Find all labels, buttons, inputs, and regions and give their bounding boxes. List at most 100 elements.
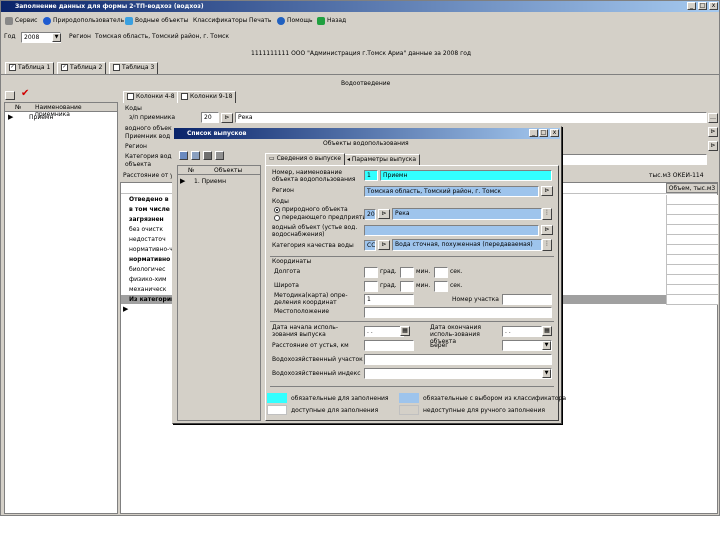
method-label: Методика(карта) опре-деления координат (274, 292, 348, 306)
region-label-2: Регион (125, 143, 147, 150)
table-row[interactable]: механическ (129, 285, 166, 294)
menu-back[interactable]: Назад (317, 16, 346, 26)
object-num-field[interactable]: 1 (364, 170, 378, 181)
table-row[interactable]: нормативно (129, 255, 170, 264)
quality-code-field[interactable]: СС (364, 240, 376, 251)
legend-required-classifier: обязательные с выбором из классификатора (423, 395, 567, 402)
tab-columns-9-18[interactable]: Колонки 9-18 (177, 91, 237, 103)
water-object-lookup-button[interactable]: ⊳ (541, 225, 553, 235)
list-col-obj: Объекты (214, 167, 243, 174)
side-button[interactable]: ⊳ (708, 141, 718, 151)
list-item[interactable]: ▶ 1. Приемн (178, 177, 260, 186)
longitude-deg-field[interactable] (364, 267, 378, 278)
save-icon[interactable] (203, 151, 212, 160)
table-row[interactable]: биологичес (129, 265, 165, 274)
receiver-code-field[interactable]: 20 (201, 112, 219, 123)
longitude-sec-field[interactable] (434, 267, 448, 278)
radio-icon (274, 206, 280, 213)
user-icon (43, 16, 51, 25)
table-row[interactable]: без очистк (129, 225, 163, 234)
table-row[interactable]: нормативно-ч (129, 245, 173, 254)
code-lookup-button[interactable]: ⊳ (378, 209, 390, 219)
start-date-field[interactable]: . . (364, 326, 404, 337)
list-col-num: № (188, 167, 195, 174)
dialog-close-button[interactable]: x (550, 129, 559, 137)
close-button[interactable]: x (709, 2, 718, 10)
table-row[interactable]: Из категорий (129, 295, 175, 304)
quality-scroll[interactable]: ⋮ (542, 239, 552, 251)
legend-required: обязательные для заполнения (291, 395, 389, 402)
calendar-icon[interactable]: ▦ (542, 326, 552, 336)
menu-help[interactable]: Помощь (277, 16, 313, 26)
deg-label: град. (380, 268, 397, 275)
quality-lookup-button[interactable]: ⊳ (378, 240, 390, 250)
latitude-deg-field[interactable] (364, 281, 378, 292)
menu-print[interactable]: Печать (249, 16, 271, 26)
object-name-field[interactable]: Приемн (380, 170, 552, 181)
lookup-button[interactable]: ⊳ (221, 113, 233, 123)
category-field[interactable] (561, 154, 707, 165)
tab-columns-4-8[interactable]: Колонки 4-8 (123, 91, 179, 103)
water-object-field[interactable] (364, 225, 539, 236)
distance-label: Расстояние от у (123, 172, 174, 179)
divider (270, 256, 554, 257)
location-field[interactable] (364, 307, 552, 318)
tab-release-info[interactable]: ▭ Сведения о выпуске (265, 153, 346, 165)
side-button[interactable]: … (708, 113, 718, 123)
calendar-icon[interactable]: ▦ (400, 326, 410, 336)
tab-table-3[interactable]: Таблица 3 (109, 62, 159, 74)
radio-enterprise[interactable]: передающего предприятия (274, 214, 370, 222)
latitude-min-field[interactable] (400, 281, 414, 292)
table-row[interactable]: Отведено в (129, 195, 169, 204)
year-label: Год (4, 33, 16, 40)
save-icon[interactable] (5, 91, 15, 100)
divider (270, 386, 554, 387)
menu-water-objects[interactable]: Водные объекты (125, 16, 188, 26)
tab-table-2[interactable]: ✓ Таблица 2 (57, 62, 107, 74)
region-lookup-button[interactable]: ⊳ (541, 186, 553, 196)
volume-cells[interactable] (666, 195, 718, 305)
menu-user[interactable]: Природопользователь (43, 16, 124, 26)
code-num-field[interactable]: 20 (364, 209, 376, 220)
radio-natural-object[interactable]: природного объекта (274, 206, 348, 214)
checkmark-icon[interactable]: ✔ (21, 89, 29, 99)
code-value-field[interactable]: Река (392, 208, 542, 220)
longitude-min-field[interactable] (400, 267, 414, 278)
chevron-down-icon[interactable]: ▼ (542, 341, 551, 350)
edit-icon[interactable] (191, 151, 200, 160)
print-icon[interactable] (215, 151, 224, 160)
table-row[interactable]: ▶ Приемн (5, 113, 117, 122)
codes-label: Коды (125, 105, 142, 112)
dialog-maximize-button[interactable]: □ (539, 129, 548, 137)
code-scroll[interactable]: ⋮ (542, 208, 552, 220)
basin-index-label: Водохозяйственный индекс (272, 370, 361, 377)
divider (1, 74, 719, 75)
start-date-label: Дата начала исполь-зования выпуска (272, 324, 339, 338)
basin-field[interactable] (364, 354, 552, 365)
chevron-down-icon[interactable]: ▼ (542, 369, 551, 378)
tab-table-1[interactable]: ✓ Таблица 1 (5, 62, 55, 74)
point-field[interactable] (502, 294, 552, 305)
quality-value-field[interactable]: Вода сточная, похуженная (передаваемая) (392, 239, 542, 251)
minimize-button[interactable]: _ (687, 2, 696, 10)
end-date-field[interactable]: . . (502, 326, 542, 337)
chevron-down-icon[interactable]: ▼ (52, 33, 61, 42)
menu-service[interactable]: Сервис (5, 16, 37, 26)
latitude-sec-field[interactable] (434, 281, 448, 292)
table-row[interactable]: физико-хим (129, 275, 167, 284)
table-row[interactable]: недостаточ (129, 235, 166, 244)
dialog-minimize-button[interactable]: _ (529, 129, 538, 137)
side-button[interactable]: ⊳ (708, 127, 718, 137)
menu-classifiers[interactable]: Классификаторы (193, 16, 247, 26)
legend-swatch-available (267, 405, 287, 415)
receiver-name-field[interactable]: Река (235, 112, 707, 123)
dialog-distance-field[interactable] (364, 340, 414, 351)
legend-swatch-classifier (399, 393, 419, 403)
table-row[interactable]: загрязнен (129, 215, 164, 224)
basin-index-field[interactable] (364, 368, 552, 379)
sec-label: сек. (450, 282, 463, 289)
method-field[interactable]: 1 (364, 294, 414, 305)
add-icon[interactable] (179, 151, 188, 160)
maximize-button[interactable]: □ (698, 2, 707, 10)
table-row[interactable]: в том числе (129, 205, 170, 214)
